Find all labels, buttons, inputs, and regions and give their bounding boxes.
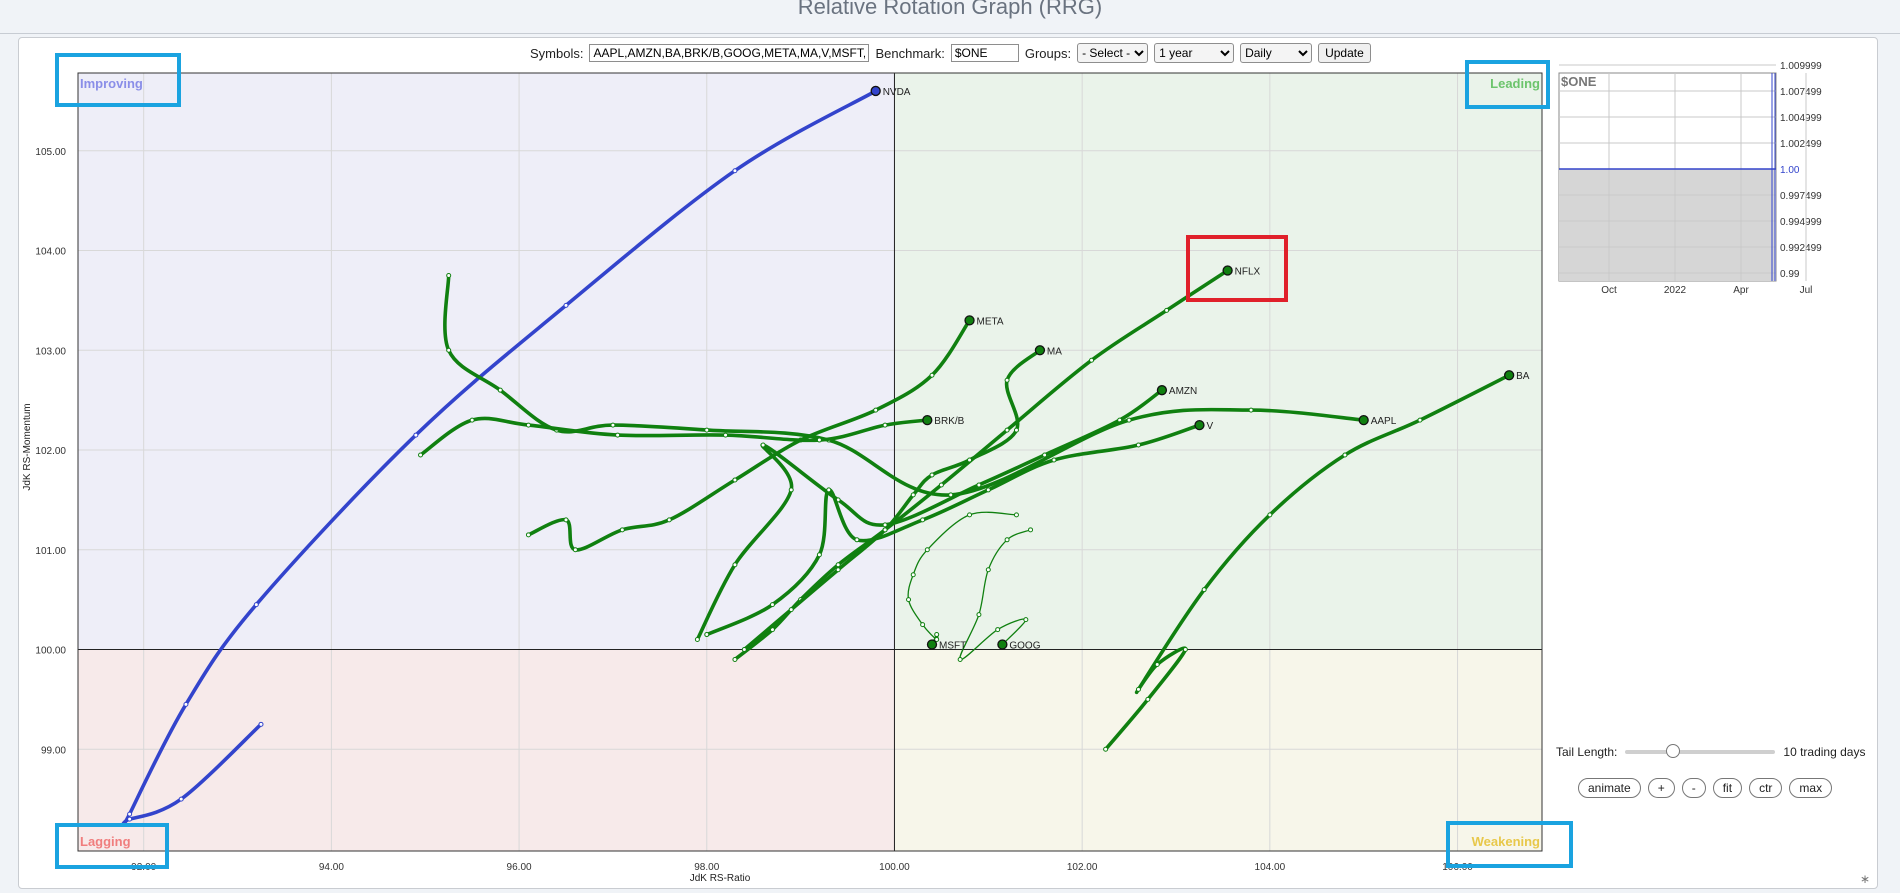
mini-x-tick-label: 2022 [1664,285,1687,296]
mini-chart-area [1559,169,1776,281]
mini-y-tick-label: 0.992499 [1780,243,1822,254]
chart-buttons: animate + - fit ctr max [1578,778,1833,798]
tail-length-slider-handle[interactable] [1666,744,1681,758]
tail-length-value: 10 trading days [1783,745,1866,759]
mini-y-tick-label: 1.002499 [1780,139,1822,150]
mini-x-tick-label: Oct [1601,285,1617,296]
mini-y-tick-label: 1.004999 [1780,113,1822,124]
mini-y-tick-label: 1.00 [1780,165,1800,176]
mini-x-tick-label: Apr [1733,285,1749,296]
fit-button[interactable]: fit [1712,778,1743,798]
center-button[interactable]: ctr [1749,778,1783,798]
mini-chart-title: $ONE [1561,74,1597,89]
benchmark-mini-chart: 1.009999 1.007499 1.004999 1.002499 1.00 0.99… [1558,61,1822,296]
max-button[interactable]: max [1789,778,1833,798]
resize-grip-icon[interactable]: ∗ [1860,872,1870,886]
animate-button[interactable]: animate [1578,778,1641,798]
mini-y-tick-label: 1.007499 [1780,87,1822,98]
tail-length-control: Tail Length: 10 trading days [1556,744,1866,759]
mini-y-tick-label: 0.994999 [1780,217,1822,228]
mini-y-tick-label: 0.99 [1780,269,1800,280]
tail-length-slider[interactable] [1625,744,1776,758]
zoom-out-button[interactable]: - [1681,778,1706,798]
tail-length-label: Tail Length: [1556,745,1618,759]
mini-x-tick-label: Jul [1800,285,1813,296]
mini-y-tick-label: 0.997499 [1780,191,1822,202]
mini-y-tick-label: 1.009999 [1780,61,1822,72]
zoom-in-button[interactable]: + [1647,778,1675,798]
